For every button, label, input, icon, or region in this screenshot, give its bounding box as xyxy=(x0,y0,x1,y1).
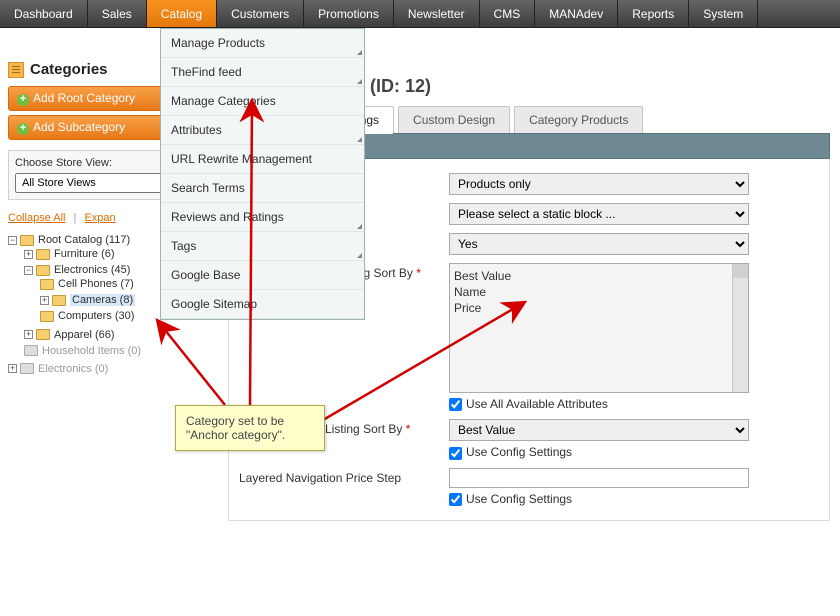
sort-option[interactable]: Name xyxy=(454,284,744,300)
nav-sales[interactable]: Sales xyxy=(88,0,147,27)
nav-catalog[interactable]: Catalog xyxy=(147,0,217,27)
submenu-icon xyxy=(357,137,362,142)
plus-icon: + xyxy=(17,94,29,106)
page-title: (ID: 12) xyxy=(370,76,431,97)
menu-search-terms[interactable]: Search Terms xyxy=(161,174,364,203)
nav-dashboard[interactable]: Dashboard xyxy=(0,0,88,27)
scrollbar[interactable] xyxy=(732,264,748,392)
folder-icon xyxy=(40,311,54,322)
expand-icon[interactable]: + xyxy=(24,330,33,339)
folder-icon xyxy=(36,265,50,276)
tree-node-computers[interactable]: Computers (30) xyxy=(58,311,134,323)
menu-tags[interactable]: Tags xyxy=(161,232,364,261)
list-icon xyxy=(8,62,24,78)
add-root-label: Add Root Category xyxy=(33,91,135,105)
categories-title: Categories xyxy=(30,61,108,78)
submenu-icon xyxy=(357,79,362,84)
expand-icon[interactable]: + xyxy=(24,250,33,259)
tree-node-apparel[interactable]: Apparel (66) xyxy=(54,329,115,341)
nav-customers[interactable]: Customers xyxy=(217,0,304,27)
use-config-label: Use Config Settings xyxy=(466,445,572,459)
menu-attributes[interactable]: Attributes xyxy=(161,116,364,145)
sort-option[interactable]: Price xyxy=(454,300,744,316)
cms-block-select[interactable]: Please select a static block ... xyxy=(449,203,749,225)
price-step-label: Layered Navigation Price Step xyxy=(239,468,449,485)
expand-icon[interactable]: + xyxy=(8,364,17,373)
submenu-icon xyxy=(357,224,362,229)
folder-icon xyxy=(24,345,38,356)
folder-icon xyxy=(20,363,34,374)
menu-reviews-and-ratings[interactable]: Reviews and Ratings xyxy=(161,203,364,232)
submenu-icon xyxy=(357,253,362,258)
menu-thefind-feed[interactable]: TheFind feed xyxy=(161,58,364,87)
tree-node-household[interactable]: Household Items (0) xyxy=(42,345,141,357)
use-config-label: Use Config Settings xyxy=(466,492,572,506)
tab-custom-design[interactable]: Custom Design xyxy=(398,106,510,133)
price-step-use-config-checkbox[interactable] xyxy=(449,493,462,506)
nav-cms[interactable]: CMS xyxy=(480,0,536,27)
expand-all-link[interactable]: Expan xyxy=(84,212,115,224)
is-anchor-select[interactable]: Yes xyxy=(449,233,749,255)
display-mode-select[interactable]: Products only xyxy=(449,173,749,195)
plus-icon: + xyxy=(17,123,29,135)
sort-option[interactable]: Best Value xyxy=(454,268,744,284)
nav-newsletter[interactable]: Newsletter xyxy=(394,0,480,27)
tree-node-cellphones[interactable]: Cell Phones (7) xyxy=(58,278,134,290)
catalog-dropdown: Manage ProductsTheFind feedManage Catego… xyxy=(160,28,365,320)
nav-reports[interactable]: Reports xyxy=(618,0,689,27)
price-step-input[interactable] xyxy=(449,468,749,488)
use-all-attributes-checkbox[interactable] xyxy=(449,398,462,411)
folder-icon xyxy=(52,295,66,306)
collapse-all-link[interactable]: Collapse All xyxy=(8,212,65,224)
menu-manage-categories[interactable]: Manage Categories xyxy=(161,87,364,116)
separator: | xyxy=(74,212,77,224)
menu-google-base[interactable]: Google Base xyxy=(161,261,364,290)
default-sort-use-config-checkbox[interactable] xyxy=(449,447,462,460)
annotation-callout: Category set to be "Anchor category". xyxy=(175,405,325,451)
folder-icon xyxy=(40,279,54,290)
folder-icon xyxy=(36,329,50,340)
menu-google-sitemap[interactable]: Google Sitemap xyxy=(161,290,364,319)
scroll-up-icon[interactable] xyxy=(733,264,748,278)
top-nav: DashboardSalesCatalogCustomersPromotions… xyxy=(0,0,840,28)
add-sub-label: Add Subcategory xyxy=(33,120,125,134)
nav-manadev[interactable]: MANAdev xyxy=(535,0,618,27)
nav-promotions[interactable]: Promotions xyxy=(304,0,394,27)
tree-node-electronics2[interactable]: Electronics (0) xyxy=(38,363,108,375)
tree-node-cameras[interactable]: Cameras (8) xyxy=(70,294,135,306)
collapse-icon[interactable]: − xyxy=(24,266,33,275)
folder-icon xyxy=(20,235,34,246)
menu-url-rewrite-management[interactable]: URL Rewrite Management xyxy=(161,145,364,174)
submenu-icon xyxy=(357,50,362,55)
tab-category-products[interactable]: Category Products xyxy=(514,106,643,133)
collapse-icon[interactable]: − xyxy=(8,236,17,245)
nav-system[interactable]: System xyxy=(689,0,758,27)
use-all-attributes-label: Use All Available Attributes xyxy=(466,397,608,411)
default-sort-select[interactable]: Best Value xyxy=(449,419,749,441)
tree-node-root[interactable]: Root Catalog (117) xyxy=(38,234,130,246)
tree-node-electronics[interactable]: Electronics (45) xyxy=(54,264,130,276)
menu-manage-products[interactable]: Manage Products xyxy=(161,29,364,58)
expand-icon[interactable]: + xyxy=(40,296,49,305)
tree-node-furniture[interactable]: Furniture (6) xyxy=(54,248,115,260)
sort-by-multiselect[interactable]: Best Value Name Price xyxy=(449,263,749,393)
folder-icon xyxy=(36,249,50,260)
